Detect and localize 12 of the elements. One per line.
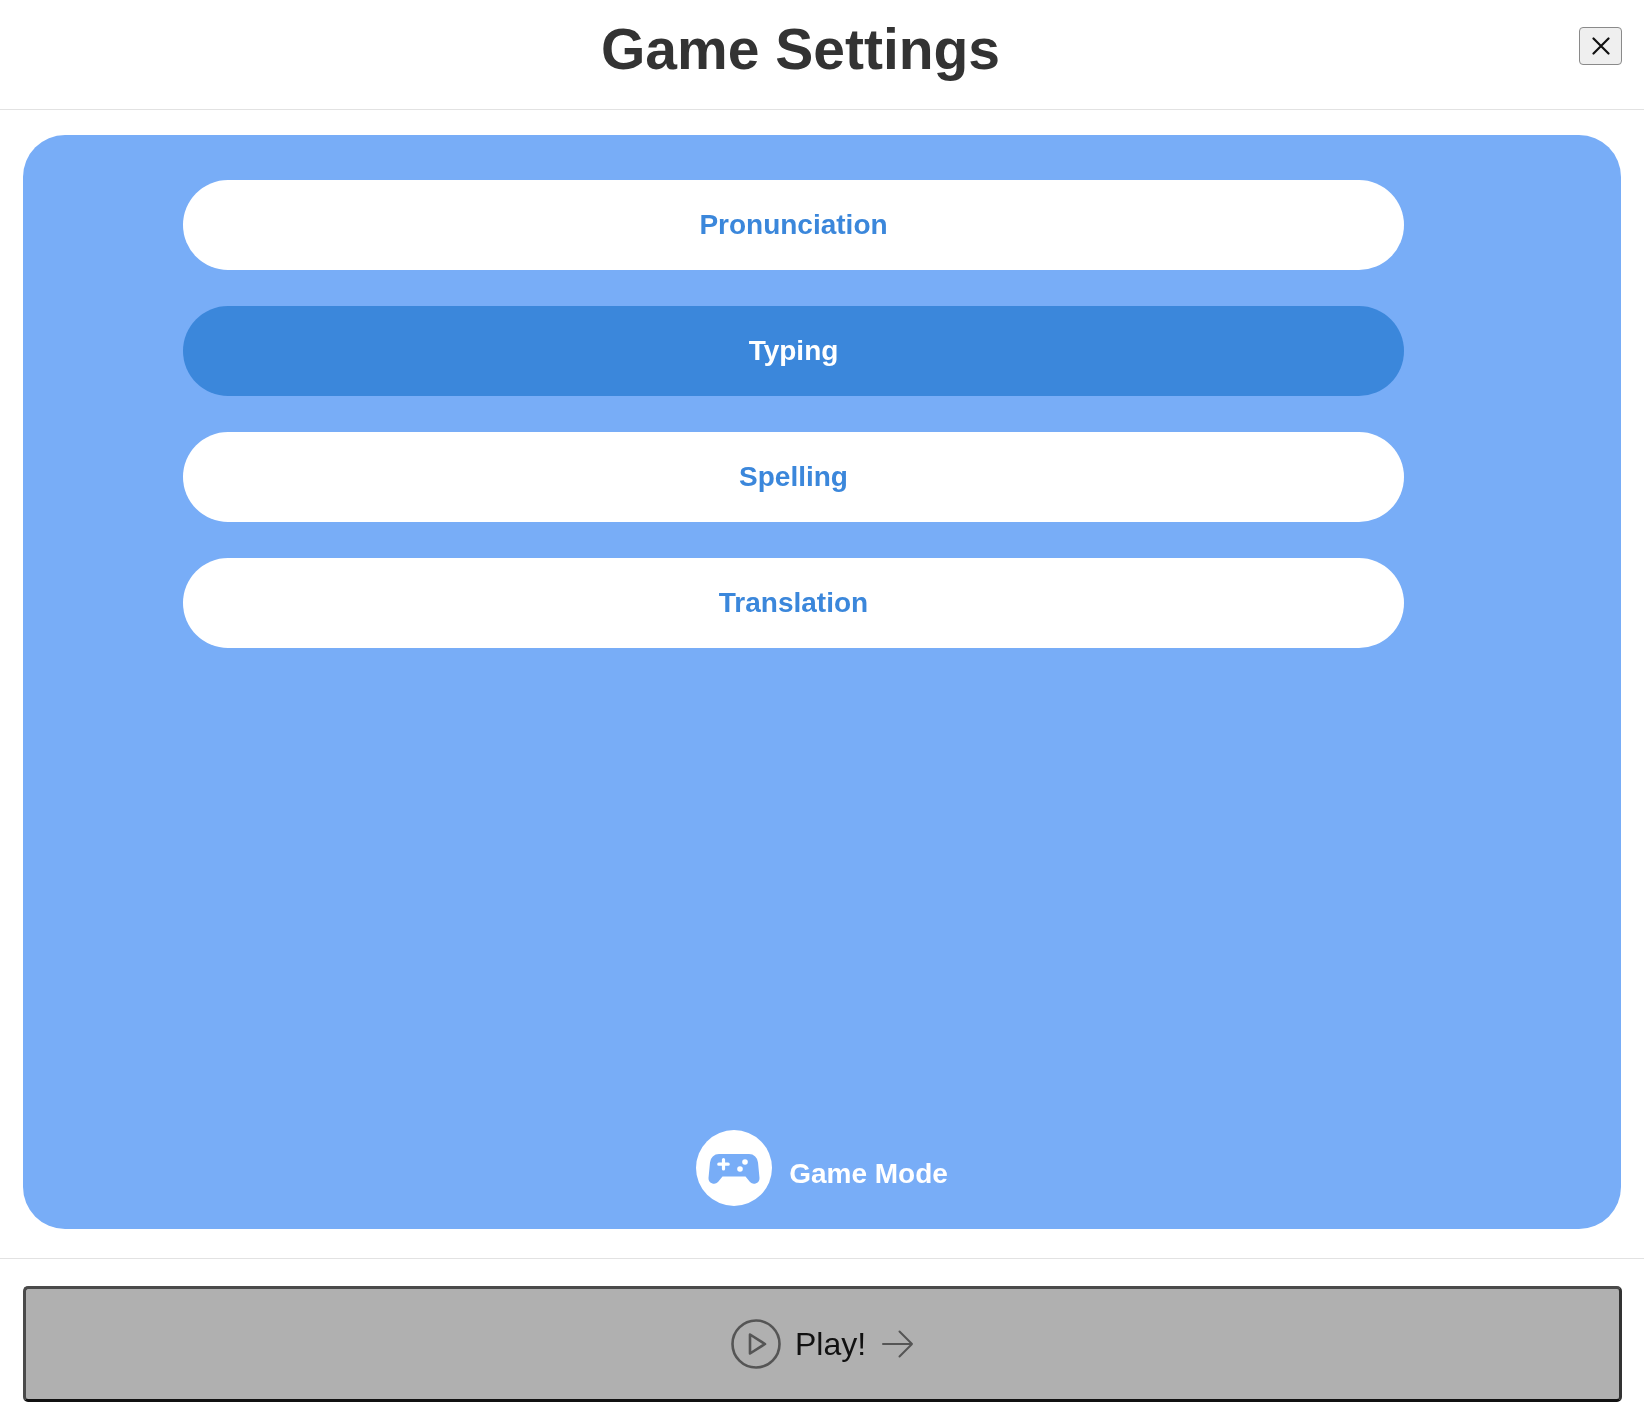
close-button[interactable] <box>1579 26 1622 65</box>
game-mode-label: Game Mode <box>789 1157 948 1191</box>
gamepad-icon <box>696 1130 773 1206</box>
dialog-title: Game Settings <box>600 16 1001 83</box>
play-button[interactable]: Play! <box>23 1286 1622 1402</box>
play-icon <box>730 1319 781 1369</box>
mode-option[interactable]: Spelling <box>183 432 1404 522</box>
close-icon <box>1591 36 1610 55</box>
mode-option[interactable]: Typing <box>183 306 1404 396</box>
mode-option[interactable]: Pronunciation <box>183 180 1404 270</box>
arrow-right-icon <box>882 1330 915 1358</box>
mode-option[interactable]: Translation <box>183 558 1404 648</box>
